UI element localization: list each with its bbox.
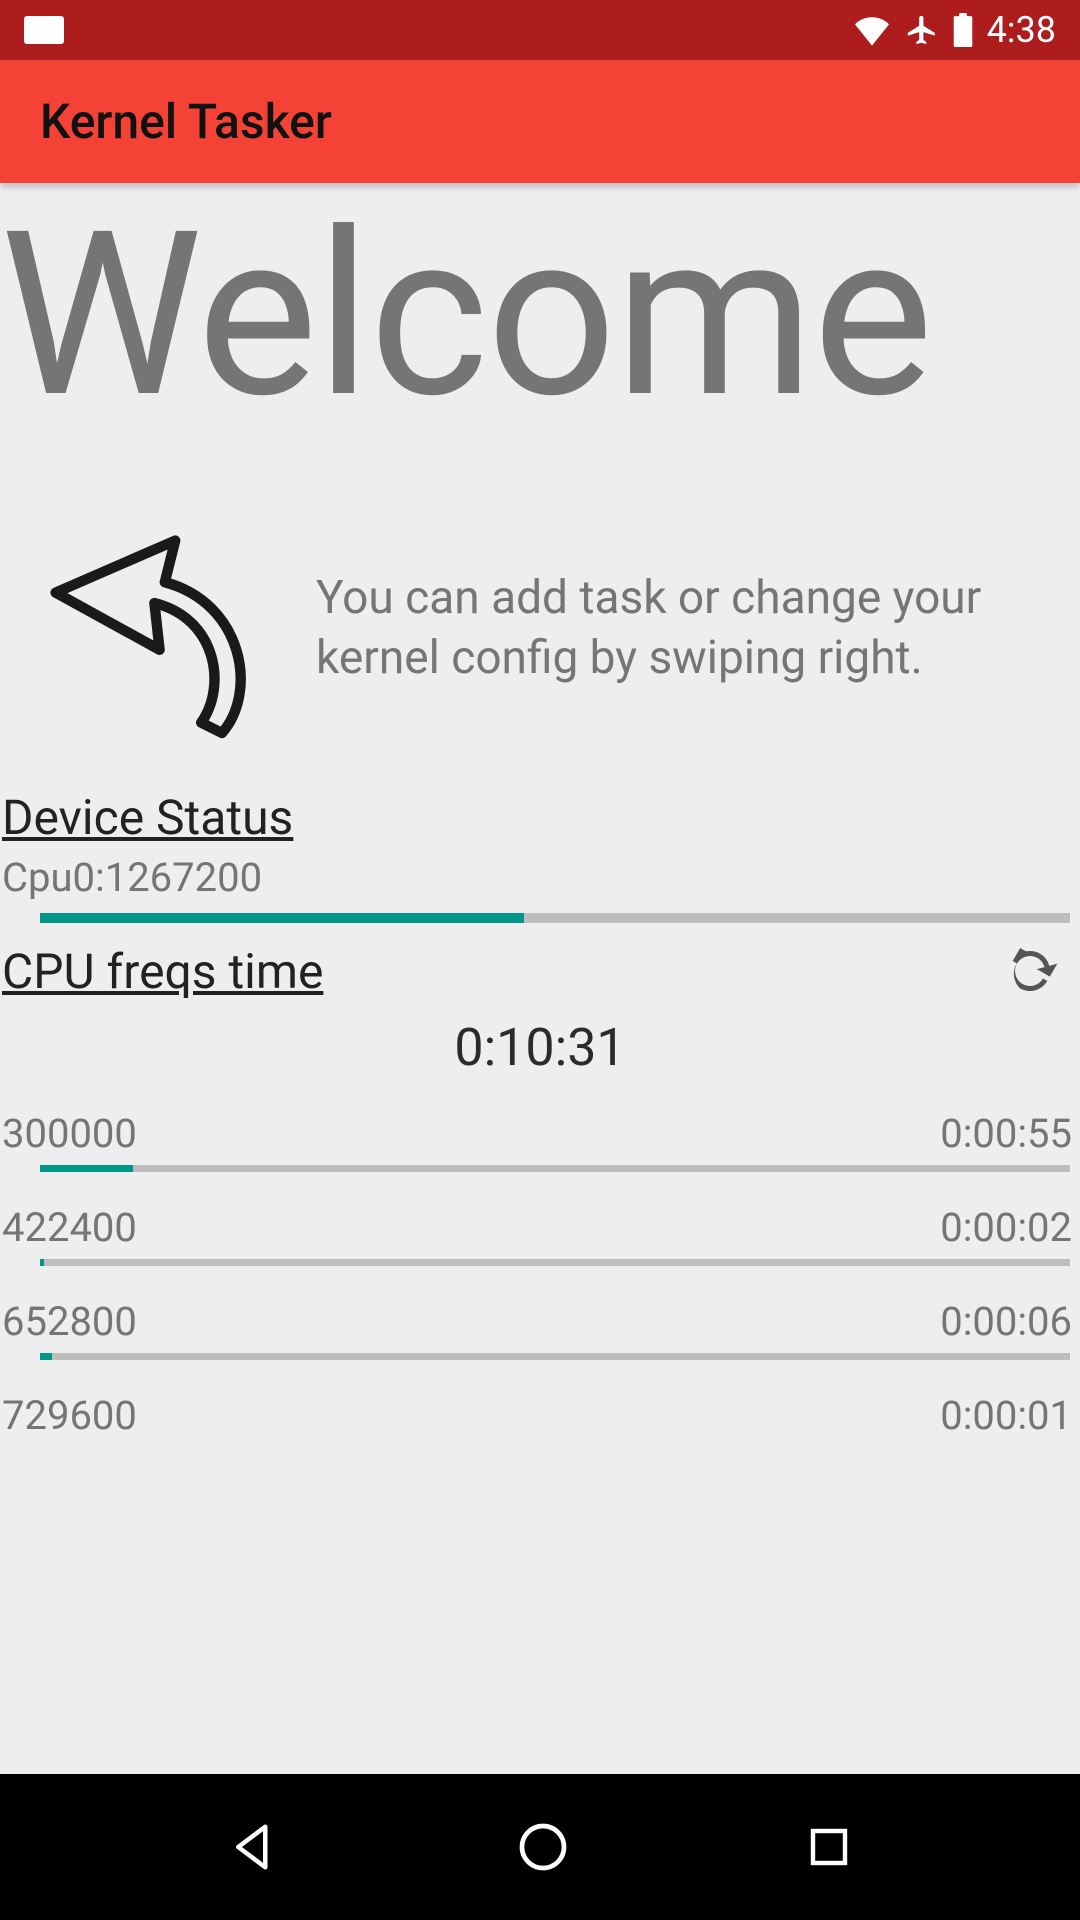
app-bar: Kernel Tasker — [0, 60, 1080, 183]
device-status-heading: Device Status — [0, 789, 1080, 846]
freq-rows-container: 300000 0:00:55 422400 0:00:02 652800 0:00:06 7… — [0, 1110, 1080, 1439]
freq-progress-fill — [40, 1259, 44, 1266]
cpu0-progress — [40, 913, 1070, 923]
freq-row: 652800 0:00:06 — [0, 1298, 1080, 1345]
freq-row: 300000 0:00:55 — [0, 1110, 1080, 1157]
freq-time: 0:00:01 — [940, 1392, 1072, 1439]
wifi-icon — [853, 13, 891, 47]
freq-row: 729600 0:00:01 — [0, 1392, 1080, 1439]
freq-value: 729600 — [2, 1392, 137, 1439]
freq-value: 300000 — [2, 1110, 137, 1157]
swipe-left-arrow-icon — [40, 499, 300, 759]
refresh-icon[interactable] — [1000, 941, 1060, 1001]
cpu0-progress-fill — [40, 913, 524, 923]
freq-time: 0:00:06 — [940, 1298, 1072, 1345]
freq-progress-fill — [40, 1165, 133, 1172]
airplane-mode-icon — [905, 12, 939, 48]
cpu-freqs-total-time: 0:10:31 — [0, 1017, 1080, 1078]
cpu-freqs-header: CPU freqs time — [0, 941, 1080, 1001]
freq-value: 652800 — [2, 1298, 137, 1345]
status-bar-left — [24, 16, 64, 44]
freq-progress — [40, 1259, 1070, 1266]
freq-progress-fill — [40, 1353, 52, 1360]
freq-time: 0:00:55 — [940, 1110, 1072, 1157]
status-bar-right: 4:38 — [853, 9, 1056, 51]
status-bar: 4:38 — [0, 0, 1080, 60]
welcome-heading: Welcome — [0, 201, 1080, 429]
nav-back-icon[interactable] — [227, 1820, 281, 1874]
cpu0-label: Cpu0:1267200 — [0, 854, 1080, 901]
nav-home-icon[interactable] — [515, 1819, 571, 1875]
battery-icon — [953, 13, 973, 47]
freq-time: 0:00:02 — [940, 1204, 1072, 1251]
hint-text: You can add task or change your kernel c… — [316, 569, 1080, 689]
hint-row: You can add task or change your kernel c… — [0, 499, 1080, 759]
nav-recent-icon[interactable] — [805, 1823, 853, 1871]
content-area[interactable]: Welcome You can add task or change your … — [0, 183, 1080, 1774]
freq-row: 422400 0:00:02 — [0, 1204, 1080, 1251]
freq-progress — [40, 1353, 1070, 1360]
notification-icon — [24, 16, 64, 44]
cpu-freqs-heading: CPU freqs time — [0, 943, 323, 1000]
app-title: Kernel Tasker — [40, 93, 332, 150]
status-time: 4:38 — [987, 9, 1056, 51]
freq-value: 422400 — [2, 1204, 137, 1251]
android-nav-bar — [0, 1774, 1080, 1920]
freq-progress — [40, 1165, 1070, 1172]
